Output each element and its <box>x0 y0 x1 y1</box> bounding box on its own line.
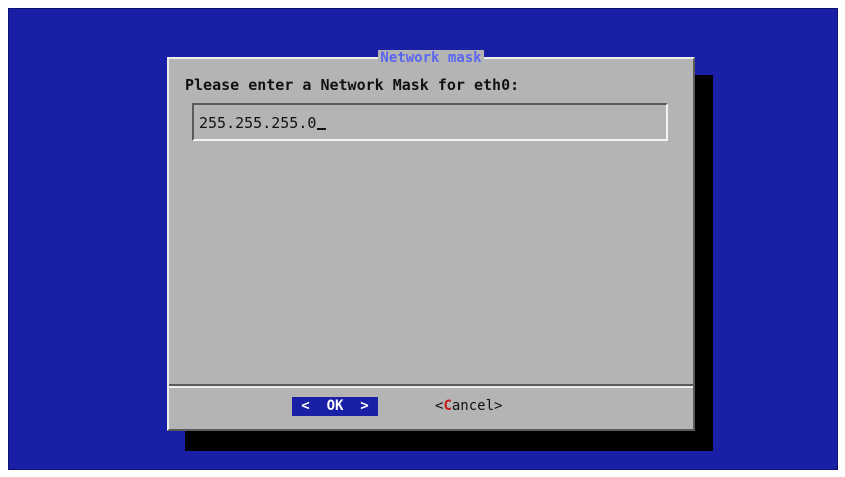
ok-bracket-right: > <box>360 398 369 414</box>
ok-bracket-left: < <box>301 398 310 414</box>
netmask-input[interactable]: 255.255.255.0 <box>192 103 668 141</box>
button-separator <box>169 384 693 388</box>
netmask-value-text: 255.255.255.0 <box>199 114 317 132</box>
cancel-label: ancel <box>451 398 495 414</box>
cancel-hotkey: C <box>443 398 452 414</box>
ok-label: OK <box>326 398 344 414</box>
cancel-button[interactable]: <Cancel> <box>435 397 502 416</box>
console-screen: Network mask Please enter a Network Mask… <box>8 8 838 470</box>
network-mask-dialog: Network mask Please enter a Network Mask… <box>167 50 695 431</box>
netmask-value[interactable]: 255.255.255.0 <box>199 114 327 132</box>
dialog-title: Network mask <box>378 50 484 66</box>
prompt-text: Please enter a Network Mask for eth0: <box>185 76 520 94</box>
cancel-bracket-right: > <box>494 398 503 414</box>
text-cursor <box>317 128 327 130</box>
ok-button[interactable]: < OK > <box>292 397 378 416</box>
